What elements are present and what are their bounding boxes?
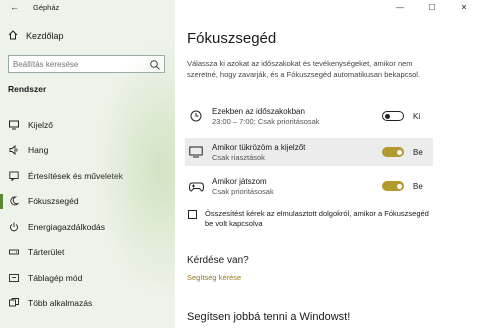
power-icon xyxy=(9,222,19,232)
rule-toggle[interactable] xyxy=(382,111,404,121)
main-content: — ☐ ✕ Fókuszsegéd Válassza ki azokat az … xyxy=(175,0,480,328)
sidebar-item-label: Több alkalmazás xyxy=(28,298,93,309)
speaker-icon xyxy=(9,145,19,156)
sidebar-item-label: Hang xyxy=(28,145,49,156)
search-icon[interactable] xyxy=(149,58,161,70)
sidebar-item-kijelzo[interactable]: Kijelző xyxy=(0,112,175,138)
gamepad-icon xyxy=(188,179,204,193)
sidebar-item-label: Kijelző xyxy=(28,119,54,130)
sidebar-item-tarterulet[interactable]: Tárterület xyxy=(0,240,175,266)
tablet-icon xyxy=(9,273,19,283)
minimize-icon[interactable]: — xyxy=(384,0,416,14)
summary-checkbox-label: Összesítést kérek az elmulasztott dolgok… xyxy=(205,209,429,228)
question-heading: Kérdése van? xyxy=(187,255,249,266)
feedback-heading: Segítsen jobbá tenni a Windowst! xyxy=(187,311,351,323)
page-description: Válassza ki azokat az időszakokat és tev… xyxy=(187,59,421,79)
storage-icon xyxy=(9,247,19,257)
help-link[interactable]: Segítség kérése xyxy=(187,273,241,282)
rule-toggle[interactable] xyxy=(382,147,404,157)
window-title: Gépház xyxy=(33,3,60,12)
search-box[interactable] xyxy=(8,55,165,73)
summary-checkbox[interactable] xyxy=(188,210,197,219)
sidebar-item-tablagep[interactable]: Táblagép mód xyxy=(0,265,175,291)
section-title: Rendszer xyxy=(8,84,47,94)
sidebar-item-fokuszseged[interactable]: Fókuszsegéd xyxy=(0,189,175,215)
close-icon[interactable]: ✕ xyxy=(448,0,480,14)
back-arrow-icon[interactable]: ← xyxy=(10,2,19,12)
sidebar-item-label: Energiagazdálkodás xyxy=(28,221,106,232)
home-label: Kezdőlap xyxy=(26,31,64,41)
rule-subtitle: Csak riasztások xyxy=(212,152,265,162)
summary-checkbox-row[interactable]: Összesítést kérek az elmulasztott dolgok… xyxy=(188,209,438,229)
moon-icon xyxy=(9,196,19,206)
rule-title: Ezekben az időszakokban xyxy=(212,106,305,116)
rule-subtitle: Csak prioritásosak xyxy=(212,186,274,196)
page-title: Fókuszsegéd xyxy=(187,30,277,47)
home-link[interactable]: Kezdőlap xyxy=(8,30,64,42)
sidebar-item-hang[interactable]: Hang xyxy=(0,138,175,164)
rule-subtitle: 23:00 – 7:00; Csak prioritásosak xyxy=(212,116,320,126)
sidebar-item-tobb-alkalmazas[interactable]: Több alkalmazás xyxy=(0,291,175,317)
rule-time-period[interactable]: Ezekben az időszakokban 23:00 – 7:00; Cs… xyxy=(185,102,433,130)
multitask-icon xyxy=(9,298,19,308)
clock-icon xyxy=(188,109,204,123)
notification-icon xyxy=(9,171,19,181)
monitor-icon xyxy=(9,120,19,130)
toggle-state: Be xyxy=(413,147,423,157)
sidebar-item-energia[interactable]: Energiagazdálkodás xyxy=(0,214,175,240)
rule-gaming[interactable]: Amikor játszom Csak prioritásosak Be xyxy=(185,172,433,200)
maximize-icon[interactable]: ☐ xyxy=(416,0,448,14)
sidebar-item-label: Értesítések és műveletek xyxy=(28,170,123,181)
sidebar-item-label: Tárterület xyxy=(28,247,65,258)
sidebar: ← Gépház Kezdőlap Rendszer Kijelző Hang … xyxy=(0,0,175,328)
sidebar-item-label: Fókuszsegéd xyxy=(28,196,79,207)
home-icon xyxy=(8,30,18,42)
window-controls: — ☐ ✕ xyxy=(384,0,480,14)
toggle-state: Be xyxy=(413,181,423,191)
rule-title: Amikor tükrözöm a kijelzőt xyxy=(212,142,306,152)
rule-toggle[interactable] xyxy=(382,181,404,191)
sidebar-item-ertesitesek[interactable]: Értesítések és műveletek xyxy=(0,163,175,189)
monitor-icon xyxy=(188,145,204,159)
search-input[interactable] xyxy=(9,59,157,69)
toggle-state: Ki xyxy=(413,111,421,121)
rule-title: Amikor játszom xyxy=(212,176,267,186)
rule-mirroring[interactable]: Amikor tükrözöm a kijelzőt Csak riasztás… xyxy=(185,138,433,166)
sidebar-nav: Kijelző Hang Értesítések és műveletek Fó… xyxy=(0,112,175,316)
sidebar-item-label: Táblagép mód xyxy=(28,272,83,283)
